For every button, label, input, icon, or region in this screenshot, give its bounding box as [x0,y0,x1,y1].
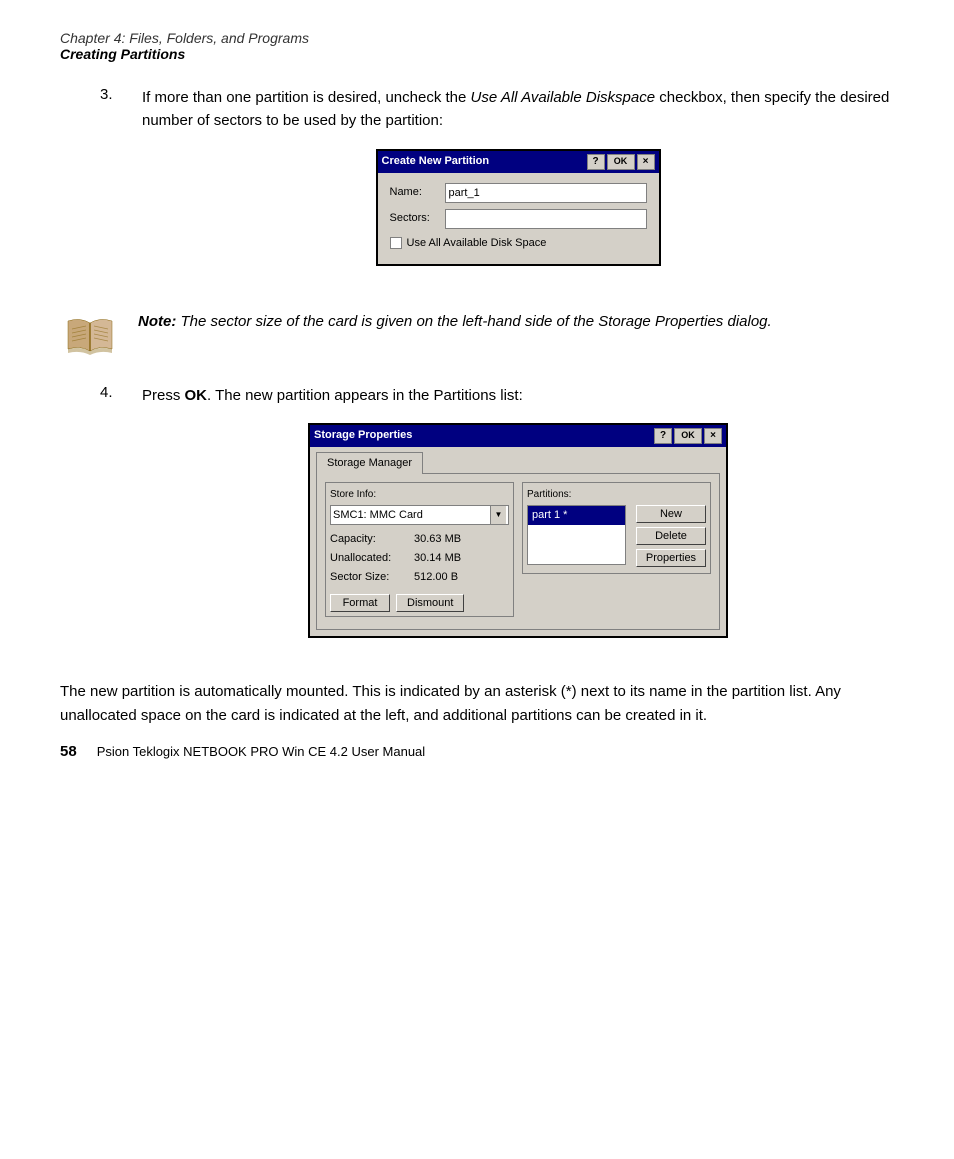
checkbox-label: Use All Available Disk Space [407,235,547,252]
side-buttons: New Delete Properties [636,505,706,569]
capacity-value: 30.63 MB [414,531,461,548]
storage-close-button[interactable]: × [704,428,722,444]
step-4-content: Press OK. The new partition appears in t… [142,384,894,659]
book-icon [64,313,116,357]
partitions-group: Partitions: part 1 * [522,482,711,575]
chapter-header: Chapter 4: Files, Folders, and Programs … [60,30,894,62]
store-dropdown-value: SMC1: MMC Card [333,507,423,524]
info-grid: Capacity: 30.63 MB Unallocated: 30.14 MB [330,531,509,586]
storage-ok-button[interactable]: OK [674,428,702,444]
step-4-number: 4. [100,384,124,659]
store-info-label: Store Info: [330,487,509,503]
unallocated-row: Unallocated: 30.14 MB [330,550,509,567]
store-dropdown-row: SMC1: MMC Card ▼ [330,505,509,525]
partition-list: part 1 * [527,505,626,565]
create-partition-dialog-container: Create New Partition ? OK × Name: [142,149,894,266]
storage-help-button[interactable]: ? [654,428,672,444]
chapter-title: Chapter 4: Files, Folders, and Programs [60,30,894,46]
footer-page-number: 58 [60,743,77,760]
store-info-group: Store Info: SMC1: MMC Card ▼ [325,482,514,618]
name-label: Name: [390,184,445,201]
store-info-box: Store Info: SMC1: MMC Card ▼ [325,482,514,622]
step-3: 3. If more than one partition is desired… [100,86,894,286]
store-dropdown[interactable]: SMC1: MMC Card ▼ [330,505,509,525]
storage-titlebar-buttons: ? OK × [654,428,722,444]
partitions-layout: part 1 * New Delete Properties [527,505,706,569]
close-button[interactable]: × [637,154,655,170]
storage-dialog: Storage Properties ? OK × Storage Manage… [308,423,728,639]
storage-manager-tab[interactable]: Storage Manager [316,452,423,474]
note-box: Note: The sector size of the card is giv… [60,310,894,360]
partitions-label: Partitions: [527,487,706,503]
partitions-list-col: part 1 * [527,505,626,569]
sector-label: Sector Size: [330,569,410,586]
section-title: Creating Partitions [60,46,894,62]
note-body: The sector size of the card is given on … [181,313,772,330]
ok-title-button[interactable]: OK [607,154,635,170]
sectors-label: Sectors: [390,210,445,227]
unallocated-value: 30.14 MB [414,550,461,567]
use-all-checkbox[interactable] [390,237,402,249]
note-label: Note: [138,313,176,330]
sectors-input[interactable] [445,209,647,229]
storage-dialog-container: Storage Properties ? OK × Storage Manage… [142,423,894,639]
tab-bar: Storage Manager [310,447,726,473]
footer-title: Psion Teklogix NETBOOK PRO Win CE 4.2 Us… [97,744,426,759]
storage-title: Storage Properties [314,427,412,444]
step-3-content: If more than one partition is desired, u… [142,86,894,286]
partition-item-1[interactable]: part 1 * [528,506,625,525]
capacity-row: Capacity: 30.63 MB [330,531,509,548]
help-button[interactable]: ? [587,154,605,170]
sector-value: 512.00 B [414,569,458,586]
name-row: Name: [390,183,647,203]
two-col-layout: Store Info: SMC1: MMC Card ▼ [325,482,711,622]
capacity-label: Capacity: [330,531,410,548]
ok-bold: OK [185,387,208,404]
delete-button[interactable]: Delete [636,527,706,545]
dropdown-arrow-icon: ▼ [490,506,506,524]
create-partition-title: Create New Partition [382,153,490,170]
partitions-box: Partitions: part 1 * [522,482,711,622]
body-text: The new partition is automatically mount… [60,680,894,728]
note-text: Note: The sector size of the card is giv… [138,310,772,333]
new-button[interactable]: New [636,505,706,523]
sector-row: Sector Size: 512.00 B [330,569,509,586]
dismount-button[interactable]: Dismount [396,594,464,612]
step-list-2: 4. Press OK. The new partition appears i… [100,384,894,659]
action-buttons-row: Format Dismount [330,594,509,612]
note-icon [60,310,120,360]
create-partition-dialog: Create New Partition ? OK × Name: [376,149,661,266]
storage-content: Store Info: SMC1: MMC Card ▼ [316,473,720,631]
sectors-row: Sectors: [390,209,647,229]
page-footer: 58 Psion Teklogix NETBOOK PRO Win CE 4.2… [60,743,894,760]
checkbox-row: Use All Available Disk Space [390,235,647,252]
step-4: 4. Press OK. The new partition appears i… [100,384,894,659]
create-partition-body: Name: Sectors: Use All Available Disk Sp… [378,173,659,264]
unallocated-label: Unallocated: [330,550,410,567]
name-input[interactable] [445,183,647,203]
properties-button[interactable]: Properties [636,549,706,567]
step-3-number: 3. [100,86,124,286]
storage-titlebar: Storage Properties ? OK × [310,425,726,447]
format-button[interactable]: Format [330,594,390,612]
titlebar-buttons: ? OK × [587,154,655,170]
create-partition-titlebar: Create New Partition ? OK × [378,151,659,173]
step-list: 3. If more than one partition is desired… [100,86,894,286]
partition-item-empty [528,525,625,545]
